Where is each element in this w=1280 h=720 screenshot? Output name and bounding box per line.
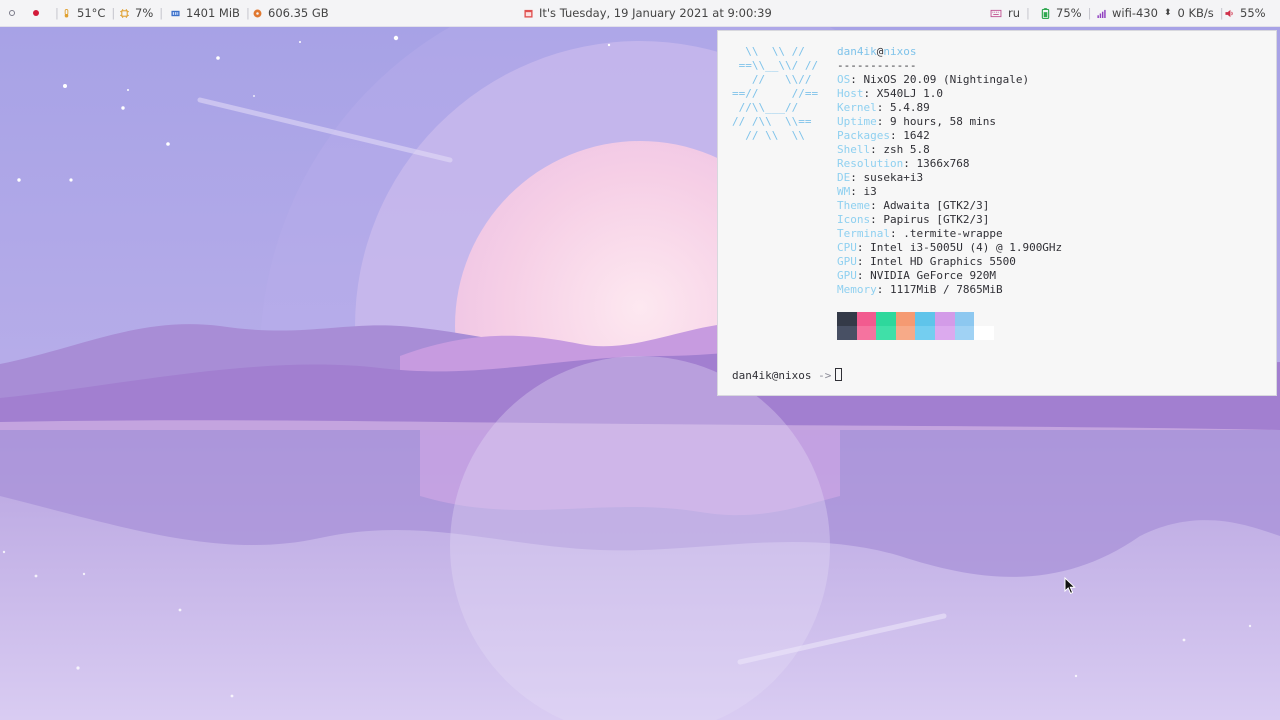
workspaces: | — [9, 0, 59, 26]
volume-value: 55% — [1240, 6, 1266, 20]
color-swatch — [856, 312, 877, 340]
terminal-window[interactable]: \\ \\ // ==\\__\\/ // // \\// ==// //== … — [717, 30, 1277, 396]
wifi-name: wifi-430 — [1112, 6, 1158, 20]
prompt-user: dan4ik@nixos — [732, 369, 812, 382]
memory-value: 1401 MiB — [186, 6, 240, 20]
memory-icon — [171, 10, 180, 16]
color-palette — [837, 312, 994, 340]
thermometer-icon — [64, 8, 69, 18]
cpu-module: 7% | — [120, 0, 163, 26]
text-cursor — [835, 368, 843, 381]
info-gpu-2: GPU: NVIDIA GeForce 920M — [837, 269, 996, 282]
calendar-icon — [524, 9, 533, 18]
color-swatch — [837, 312, 857, 340]
info-gpu-1: GPU: Intel HD Graphics 5500 — [837, 255, 1016, 268]
info-shell: Shell: zsh 5.8 — [837, 143, 930, 156]
battery-icon — [1041, 7, 1050, 19]
clock-text: It's Tuesday, 19 January 2021 at 9:00:39 — [539, 6, 772, 20]
nixos-ascii-logo: \\ \\ // ==\\__\\/ // // \\// ==// //== … — [732, 45, 819, 142]
info-wm: WM: i3 — [837, 185, 877, 198]
cpu-value: 7% — [135, 6, 154, 20]
color-swatch — [954, 312, 975, 340]
keyboard-module[interactable]: ru | — [990, 0, 1030, 26]
cpu-icon — [120, 8, 129, 18]
info-host: Host: X540LJ 1.0 — [837, 87, 943, 100]
battery-module: 75% | — [1041, 0, 1091, 26]
info-cpu: CPU: Intel i3-5005U (4) @ 1.900GHz — [837, 241, 1063, 254]
clock-module[interactable]: It's Tuesday, 19 January 2021 at 9:00:39 — [524, 0, 772, 26]
updown-icon: ⬍ — [1163, 8, 1172, 18]
info-theme: Theme: Adwaita [GTK2/3] — [837, 199, 990, 212]
user-host-line: dan4ik@nixos — [837, 45, 917, 58]
info-os: OS: NixOS 20.09 (Nightingale) — [837, 73, 1030, 86]
separator-line: ------------ — [837, 59, 917, 72]
temperature-module: 51°C | — [62, 0, 115, 26]
color-swatch — [895, 312, 916, 340]
color-swatch — [934, 312, 955, 340]
color-swatch — [974, 312, 994, 340]
temperature-value: 51°C — [77, 6, 106, 20]
prompt-arrow: -> — [818, 369, 832, 382]
system-info: dan4ik@nixos ------------ OS: NixOS 20.0… — [837, 45, 1062, 297]
battery-value: 75% — [1056, 6, 1082, 20]
info-kernel: Kernel: 5.4.89 — [837, 101, 930, 114]
info-uptime: Uptime: 9 hours, 58 mins — [837, 115, 996, 128]
info-icons: Icons: Papirus [GTK2/3] — [837, 213, 990, 226]
status-bar: | 51°C | 7% | 1401 MiB | 606.35 GB It's … — [0, 0, 1280, 27]
mouse-pointer-icon — [1064, 577, 1076, 595]
shell-prompt[interactable]: dan4ik@nixos -> — [732, 368, 843, 382]
color-swatch — [876, 312, 896, 340]
network-module[interactable]: wifi-430 ⬍ 0 KB/s | — [1097, 0, 1224, 26]
keyboard-icon — [990, 9, 1002, 17]
disk-icon — [253, 9, 262, 17]
workspace-1[interactable] — [9, 10, 15, 16]
speaker-icon — [1225, 9, 1233, 17]
color-swatch — [915, 312, 935, 340]
info-de: DE: suseka+i3 — [837, 171, 924, 184]
workspace-2-active[interactable] — [33, 10, 39, 16]
keyboard-layout: ru — [1008, 6, 1021, 20]
memory-module: 1401 MiB | — [171, 0, 250, 26]
info-resolution: Resolution: 1366x768 — [837, 157, 970, 170]
info-memory: Memory: 1117MiB / 7865MiB — [837, 283, 1003, 296]
info-packages: Packages: 1642 — [837, 129, 930, 142]
disk-value: 606.35 GB — [268, 6, 329, 20]
net-speed: 0 KB/s — [1177, 6, 1214, 20]
signal-icon — [1097, 9, 1106, 18]
disk-module: 606.35 GB — [253, 0, 329, 26]
info-terminal: Terminal: .termite-wrappe — [837, 227, 1003, 240]
volume-module[interactable]: 55% — [1225, 0, 1266, 26]
